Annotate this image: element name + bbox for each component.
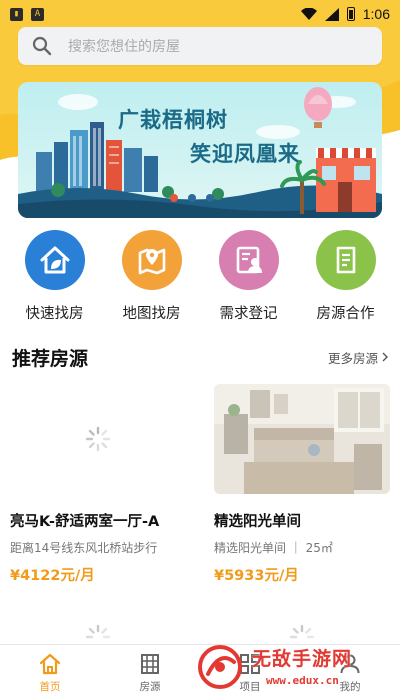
section-title: 推荐房源 xyxy=(12,347,89,370)
search-input[interactable]: 搜索您想住的房屋 xyxy=(18,27,382,65)
listing-card[interactable]: 精选阳光单间 精选阳光单间 ｜ 25㎡ ¥5933元/月 xyxy=(210,384,390,585)
loading-spinner-icon xyxy=(85,426,111,452)
listing-image-placeholder xyxy=(10,384,186,494)
app-notification-icon: A xyxy=(31,7,44,21)
quick-demand-register[interactable]: 需求登记 xyxy=(204,230,294,330)
document-icon xyxy=(315,230,376,290)
quick-find-house[interactable]: 快速找房 xyxy=(10,230,100,330)
bottom-tab-bar: 首页 房源 项目 我的 xyxy=(0,644,400,700)
tab-label: 我的 xyxy=(339,680,361,693)
clock: 1:06 xyxy=(362,6,390,22)
house-leaf-icon xyxy=(24,230,85,290)
map-pin-icon xyxy=(121,230,182,290)
quick-action-label: 房源合作 xyxy=(316,306,375,322)
listing-photo xyxy=(214,384,390,494)
quick-listing-cooperation[interactable]: 房源合作 xyxy=(301,230,391,330)
listing-cards: 亮马K-舒适两室一厅-A 距离14号线东风北桥站步行 ¥4122元/月 精选阳光… xyxy=(10,384,390,585)
banner-headline-1: 广栽梧桐树 xyxy=(118,107,228,132)
battery-icon xyxy=(346,7,355,21)
more-listings-label: 更多房源 xyxy=(327,350,378,366)
listing-subtitle: 距离14号线东风北桥站步行 xyxy=(10,541,158,555)
tab-home[interactable]: 首页 xyxy=(0,645,100,700)
grid-icon xyxy=(240,653,260,674)
chevron-right-icon xyxy=(382,352,388,362)
quick-action-label: 需求登记 xyxy=(219,306,278,322)
home-icon xyxy=(39,653,61,674)
listing-title: 亮马K-舒适两室一厅-A xyxy=(10,514,160,530)
banner-headline-2: 笑迎凤凰来 xyxy=(190,141,300,166)
recommend-section-header: 推荐房源 更多房源 xyxy=(12,342,388,372)
search-placeholder: 搜索您想住的房屋 xyxy=(68,39,180,55)
signal-icon xyxy=(324,7,339,21)
tab-label: 项目 xyxy=(239,680,261,693)
listing-title: 精选阳光单间 xyxy=(214,514,301,530)
quick-action-label: 地图找房 xyxy=(122,306,181,322)
tab-mine[interactable]: 我的 xyxy=(300,645,400,700)
user-icon xyxy=(340,654,360,673)
quick-actions: 快速找房 地图找房 需求登记 房源合作 xyxy=(0,230,400,330)
quick-action-label: 快速找房 xyxy=(25,306,84,322)
sim-notification-icon: ▮ xyxy=(10,7,23,21)
tab-listings[interactable]: 房源 xyxy=(100,645,200,700)
listing-price: ¥4122元/月 xyxy=(10,568,95,584)
listing-subtitle: 精选阳光单间 ｜ 25㎡ xyxy=(214,541,333,555)
status-bar: ▮ A 1:06 xyxy=(0,0,400,28)
search-icon xyxy=(32,36,52,56)
quick-map-search[interactable]: 地图找房 xyxy=(107,230,197,330)
tab-projects[interactable]: 项目 xyxy=(200,645,300,700)
more-listings-link[interactable]: 更多房源 xyxy=(328,348,388,367)
building-icon xyxy=(141,653,159,674)
listing-card[interactable]: 亮马K-舒适两室一厅-A 距离14号线东风北桥站步行 ¥4122元/月 xyxy=(10,384,190,585)
promo-banner[interactable]: 广栽梧桐树 笑迎凤凰来 xyxy=(18,82,382,218)
wifi-icon xyxy=(300,8,317,20)
listing-price: ¥5933元/月 xyxy=(214,568,299,584)
person-card-icon xyxy=(218,230,279,290)
tab-label: 房源 xyxy=(139,680,161,693)
tab-label: 首页 xyxy=(39,680,61,693)
